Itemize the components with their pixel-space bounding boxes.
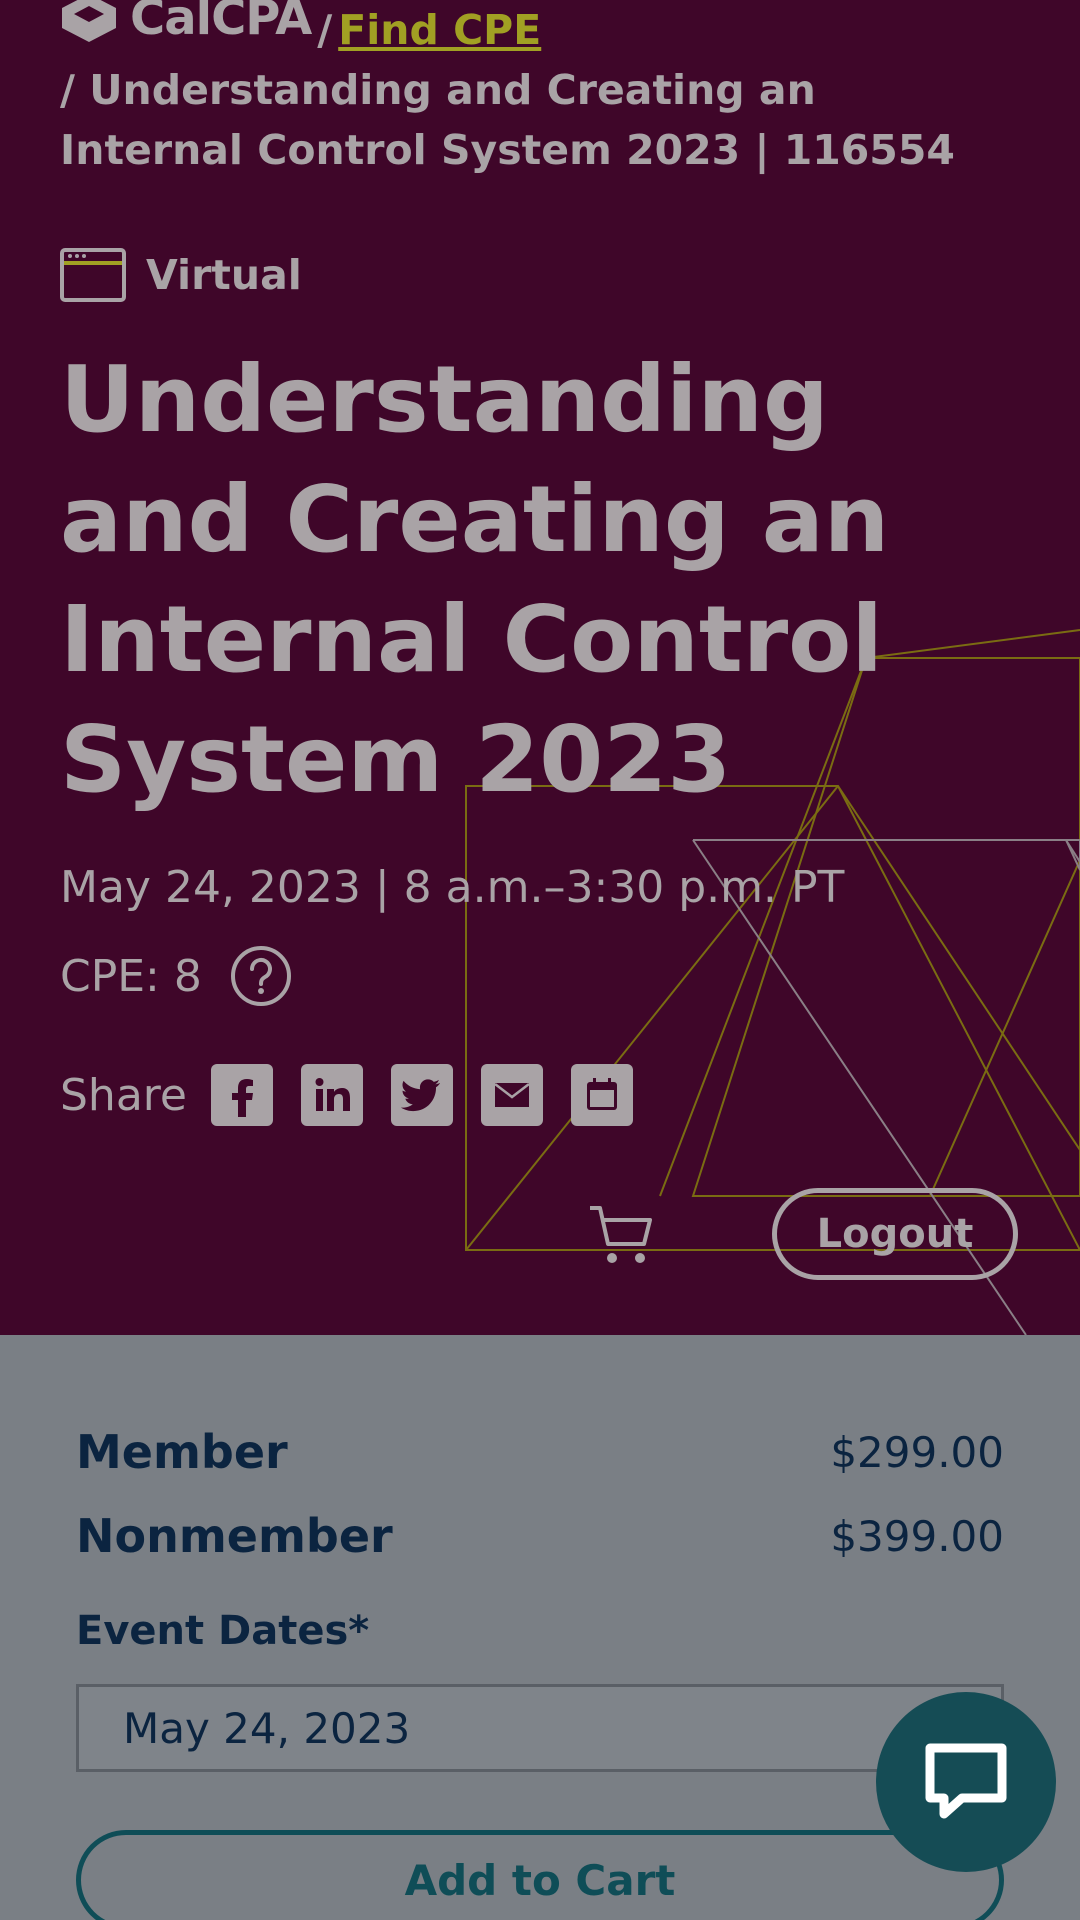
share-row: Share — [60, 1064, 661, 1126]
pricing-table: Member $299.00 Nonmember $399.00 — [76, 1410, 1004, 1578]
calcpa-logo[interactable]: CalCPA — [60, 0, 312, 48]
calcpa-logo-icon — [62, 0, 116, 42]
event-hero: CalCPA / Find CPE / Understanding and Cre… — [0, 0, 1080, 1335]
price-label: Nonmember — [76, 1509, 393, 1563]
breadcrumb-current: / Understanding and Creating an Internal… — [60, 66, 955, 174]
event-date-selected-value: May 24, 2023 — [123, 1703, 411, 1753]
twitter-icon[interactable] — [390, 1064, 453, 1126]
breadcrumb-link-find-cpe[interactable]: Find CPE — [338, 6, 541, 54]
logout-button[interactable]: Logout — [772, 1188, 1018, 1280]
event-format-label: Virtual — [146, 251, 302, 299]
event-title: Understanding and Creating an Internal C… — [60, 346, 890, 813]
logo-text: CalCPA — [130, 0, 312, 46]
price-label: Member — [76, 1425, 288, 1479]
price-row-member: Member $299.00 — [76, 1410, 1004, 1494]
calendar-icon[interactable] — [570, 1064, 633, 1126]
facebook-icon[interactable] — [210, 1064, 273, 1126]
cpe-label: CPE: 8 — [60, 950, 202, 1002]
chat-button[interactable] — [876, 1692, 1056, 1872]
price-value: $299.00 — [830, 1427, 1004, 1477]
share-label: Share — [60, 1069, 187, 1121]
event-dates-label: Event Dates* — [76, 1608, 370, 1654]
breadcrumb: CalCPA / Find CPE / Understanding and Cre… — [60, 0, 960, 180]
browser-window-icon — [60, 248, 126, 302]
event-date-select[interactable]: May 24, 2023 — [76, 1684, 1004, 1772]
price-row-nonmember: Nonmember $399.00 — [76, 1494, 1004, 1578]
chat-bubble-icon — [925, 1743, 1007, 1819]
breadcrumb-separator: / — [317, 6, 333, 54]
help-icon[interactable] — [230, 945, 292, 1007]
cpe-credits: CPE: 8 — [60, 945, 292, 1007]
add-to-cart-button[interactable]: Add to Cart — [76, 1830, 1004, 1920]
event-format: Virtual — [60, 248, 302, 302]
price-value: $399.00 — [830, 1511, 1004, 1561]
event-date-time: May 24, 2023 | 8 a.m.–3:30 p.m. PT — [60, 862, 845, 913]
linkedin-icon[interactable] — [300, 1064, 363, 1126]
cart-icon[interactable] — [588, 1204, 654, 1266]
email-icon[interactable] — [480, 1064, 543, 1126]
